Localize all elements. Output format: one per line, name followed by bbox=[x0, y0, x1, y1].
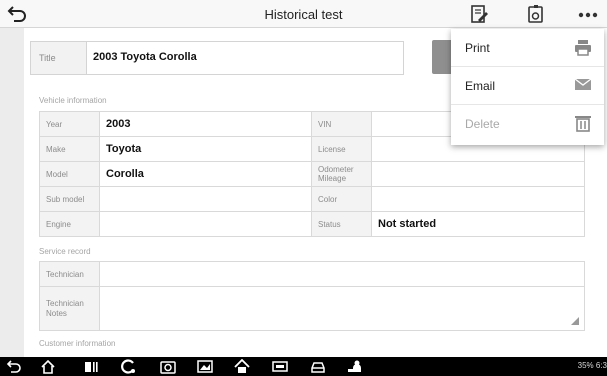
resize-handle-icon[interactable] bbox=[571, 317, 579, 325]
odometer-value[interactable] bbox=[371, 161, 585, 187]
technician-label: Technician bbox=[39, 261, 100, 287]
color-value[interactable] bbox=[371, 186, 585, 212]
table-row: Technician bbox=[39, 261, 585, 287]
system-nav-bar: 35% 6:3 bbox=[0, 357, 607, 376]
trash-icon bbox=[575, 116, 591, 132]
technician-notes-label: Technician Notes bbox=[39, 286, 100, 331]
status-bar: 35% 6:3 bbox=[517, 361, 607, 370]
menu-item-delete[interactable]: Delete bbox=[451, 105, 604, 143]
printer-icon bbox=[575, 40, 591, 56]
year-value[interactable]: 2003 bbox=[99, 111, 312, 137]
vehicle-section-label: Vehicle information bbox=[39, 96, 107, 105]
nav-back-icon[interactable] bbox=[6, 359, 22, 374]
nav-gallery-icon[interactable] bbox=[197, 359, 213, 374]
page-title: Historical test bbox=[264, 7, 343, 22]
vin-label: VIN bbox=[311, 111, 372, 137]
model-value[interactable]: Corolla bbox=[99, 161, 312, 187]
nav-vci-icon[interactable] bbox=[272, 359, 288, 374]
nav-home-icon[interactable] bbox=[40, 359, 56, 374]
table-row: Engine Status Not started bbox=[39, 211, 585, 237]
nav-recent-apps-icon[interactable] bbox=[83, 359, 99, 374]
submodel-label: Sub model bbox=[39, 186, 100, 212]
status-text: 35% 6:3 bbox=[577, 361, 607, 370]
status-value: Not started bbox=[371, 211, 585, 237]
submodel-value[interactable] bbox=[99, 186, 312, 212]
more-options-icon[interactable] bbox=[577, 3, 599, 25]
table-row: Technician Notes bbox=[39, 286, 585, 331]
table-row: Model Corolla Odometer Mileage bbox=[39, 161, 585, 187]
title-value: 2003 Toyota Corolla bbox=[93, 51, 197, 63]
email-label: Email bbox=[465, 79, 496, 93]
technician-notes-input[interactable] bbox=[99, 286, 585, 331]
technician-input[interactable] bbox=[99, 261, 585, 287]
top-bar: Historical test bbox=[0, 0, 607, 28]
customer-section-label: Customer information bbox=[39, 339, 116, 348]
year-label: Year bbox=[39, 111, 100, 137]
title-field[interactable]: Title 2003 Toyota Corolla bbox=[30, 41, 404, 75]
license-label: License bbox=[311, 136, 372, 162]
edit-report-icon[interactable] bbox=[468, 3, 490, 25]
model-label: Model bbox=[39, 161, 100, 187]
menu-item-email[interactable]: Email bbox=[451, 67, 604, 105]
options-menu: Print Email Delete bbox=[451, 29, 604, 145]
nav-remote-support-icon[interactable] bbox=[347, 359, 363, 374]
color-label: Color bbox=[311, 186, 372, 212]
delete-label: Delete bbox=[465, 117, 500, 131]
nav-maxifix-home-icon[interactable] bbox=[234, 359, 250, 374]
print-label: Print bbox=[465, 41, 490, 55]
save-report-icon[interactable] bbox=[525, 3, 547, 25]
service-record-table: Technician Technician Notes bbox=[39, 261, 585, 331]
engine-value[interactable] bbox=[99, 211, 312, 237]
make-label: Make bbox=[39, 136, 100, 162]
table-row: Sub model Color bbox=[39, 186, 585, 212]
engine-label: Engine bbox=[39, 211, 100, 237]
odometer-label: Odometer Mileage bbox=[311, 161, 372, 187]
service-section-label: Service record bbox=[39, 247, 91, 256]
title-label: Title bbox=[31, 42, 87, 74]
menu-item-print[interactable]: Print bbox=[451, 29, 604, 67]
envelope-icon bbox=[574, 78, 592, 90]
nav-car-icon[interactable] bbox=[310, 359, 326, 374]
nav-camera-icon[interactable] bbox=[160, 359, 176, 374]
nav-browser-icon[interactable] bbox=[121, 359, 137, 374]
make-value[interactable]: Toyota bbox=[99, 136, 312, 162]
status-label: Status bbox=[311, 211, 372, 237]
